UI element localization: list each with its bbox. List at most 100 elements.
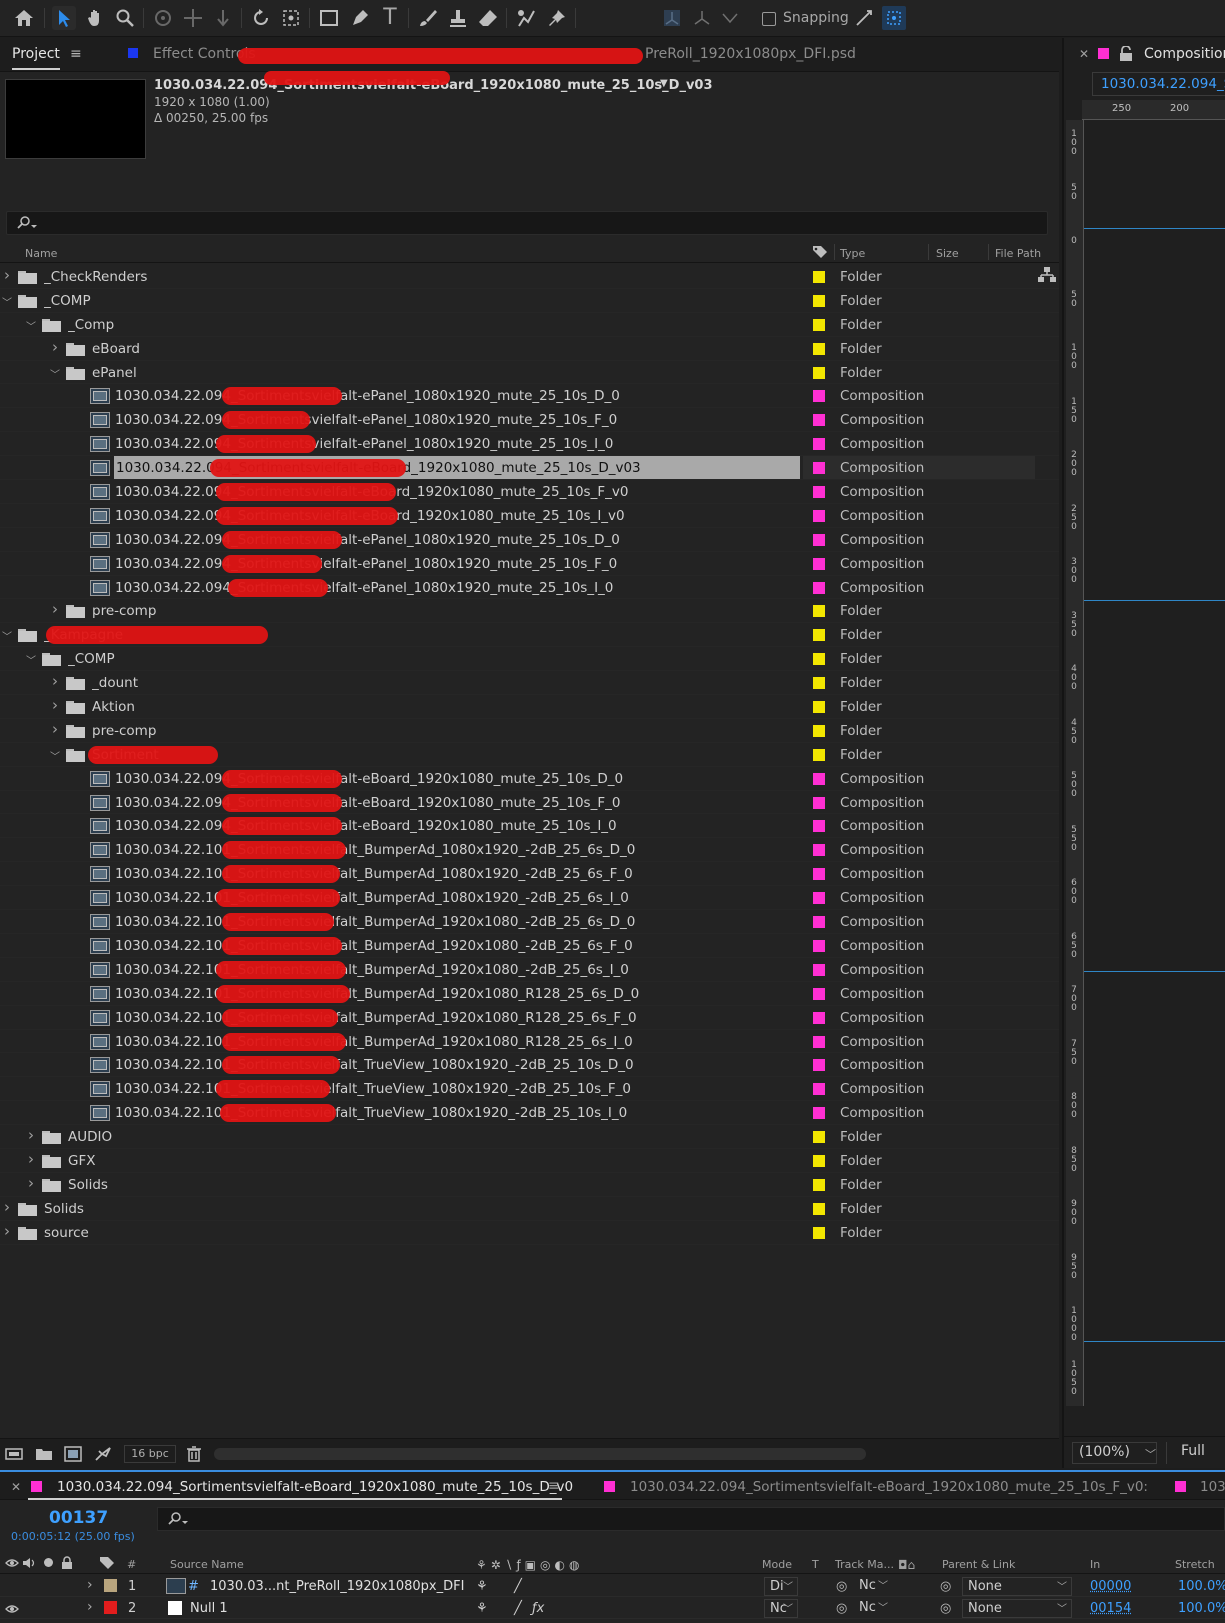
trash-icon[interactable]	[185, 1446, 203, 1462]
expand-chevron-icon[interactable]: ›	[49, 720, 61, 738]
composition-row[interactable]: 1030.034.22.101_Sortimentsvielfalt_Bumpe…	[0, 958, 1059, 982]
expand-chevron-icon[interactable]: ›	[87, 1577, 93, 1593]
label-color-swatch[interactable]	[813, 844, 825, 856]
column-mode[interactable]: Mode	[762, 1558, 792, 1571]
rotate-icon[interactable]	[249, 6, 273, 30]
expand-chevron-icon[interactable]: ›	[1, 1222, 13, 1240]
label-color-swatch[interactable]	[813, 701, 825, 713]
label-color-swatch[interactable]	[813, 462, 825, 474]
folder-row[interactable]: › GFX Folder	[0, 1149, 1059, 1173]
shy-switch-icon[interactable]: ⚘	[476, 1579, 488, 1594]
label-color-swatch[interactable]	[813, 558, 825, 570]
solo-icon[interactable]	[44, 1558, 53, 1567]
column-size[interactable]: Size	[936, 247, 959, 260]
composition-row[interactable]: 1030.034.22.094_Sortimentsvielfalt-eBoar…	[0, 504, 1059, 528]
expand-chevron-icon[interactable]: ›	[49, 600, 61, 618]
track-matte-pickwhip-icon[interactable]: ◎	[836, 1601, 847, 1616]
label-tag-icon[interactable]	[99, 1556, 115, 1570]
blend-mode-select[interactable]: Di ﹀	[764, 1577, 798, 1596]
composition-row[interactable]: 1030.034.22.094_Sortimentsvielfalt-eBoar…	[0, 456, 1059, 480]
shy-switch-icon[interactable]: ⚘	[476, 1601, 488, 1616]
world-axis-icon[interactable]	[690, 6, 714, 30]
label-color-swatch[interactable]	[813, 1012, 825, 1024]
collapse-chevron-icon[interactable]: ﹀	[25, 318, 37, 333]
expand-chevron-icon[interactable]: ›	[1, 1198, 13, 1216]
label-color-swatch[interactable]	[813, 295, 825, 307]
orbit-camera-icon[interactable]	[151, 6, 175, 30]
composition-row[interactable]: 1030.034.22.101_Sortimentsvielfalt_TrueV…	[0, 1101, 1059, 1125]
resolution-select[interactable]: Full	[1166, 1442, 1225, 1464]
snapping-guides-icon[interactable]	[882, 6, 906, 30]
tab-project[interactable]: Project	[12, 46, 60, 62]
composition-row[interactable]: 1030.034.22.094_Sortimentsvielfalt-eBoar…	[0, 767, 1059, 791]
guide-line[interactable]	[1084, 228, 1225, 229]
brush-icon[interactable]	[416, 6, 440, 30]
expand-chevron-icon[interactable]: ›	[25, 1150, 37, 1168]
folder-row[interactable]: › _dount Folder	[0, 671, 1059, 695]
parent-select[interactable]: None ﹀	[962, 1599, 1072, 1618]
composition-row[interactable]: 1030.034.22.094_Sortimentsvielfalt-ePane…	[0, 432, 1059, 456]
column-track-matte[interactable]: Track Ma...	[835, 1558, 894, 1571]
folder-row[interactable]: › Solids Folder	[0, 1197, 1059, 1221]
eye-icon[interactable]	[5, 1581, 19, 1593]
folder-row[interactable]: ﹀ _Comp Folder	[0, 313, 1059, 337]
new-folder-icon[interactable]	[35, 1446, 53, 1462]
dolly-camera-icon[interactable]	[211, 6, 235, 30]
composition-row[interactable]: 1030.034.22.094_Sortimentsvielfalt-ePane…	[0, 384, 1059, 408]
layer-stretch[interactable]: 100.0%	[1178, 1601, 1225, 1616]
layer-row[interactable]: › 1 #1030.03...nt_PreRoll_1920x1080px_DFI ⚘…	[0, 1576, 1225, 1597]
panel-menu-icon[interactable]: ≡	[70, 46, 82, 62]
quality-switch-icon[interactable]: ╱	[514, 1601, 522, 1616]
expand-chevron-icon[interactable]: ›	[25, 1174, 37, 1192]
layer-stretch[interactable]: 100.0%	[1178, 1579, 1225, 1594]
label-color-swatch[interactable]	[813, 820, 825, 832]
roto-brush-icon[interactable]	[514, 6, 538, 30]
label-color-swatch[interactable]	[813, 1107, 825, 1119]
composition-row[interactable]: 1030.034.22.101_Sortimentsvielfalt_Bumpe…	[0, 1030, 1059, 1054]
composition-row[interactable]: 1030.034.22.101_Sortimentsvielfalt_Bumpe…	[0, 934, 1059, 958]
pen-icon[interactable]	[348, 6, 372, 30]
parent-pickwhip-icon[interactable]: ◎	[940, 1579, 951, 1594]
selection-arrow-icon[interactable]	[52, 6, 76, 30]
current-time-display[interactable]: 00137	[49, 1508, 108, 1528]
chevron-down-icon[interactable]: ▼	[660, 78, 668, 89]
layer-in-point[interactable]: 00154	[1090, 1601, 1131, 1616]
timeline-tab[interactable]: 1030.034.22.094_Sortimentsvielfalt-eBoar…	[630, 1479, 1148, 1495]
local-axis-icon[interactable]	[660, 6, 684, 30]
label-color-swatch[interactable]	[813, 605, 825, 617]
timeline-tab-active[interactable]: 1030.034.22.094_Sortimentsvielfalt-eBoar…	[57, 1479, 573, 1495]
folder-row[interactable]: ﹀SortimentFolder	[0, 743, 1059, 767]
project-bit-depth[interactable]: 16 bpc	[124, 1445, 176, 1463]
label-color-swatch[interactable]	[813, 629, 825, 641]
folder-row[interactable]: › source Folder	[0, 1221, 1059, 1245]
composition-row[interactable]: 1030.034.22.101_Sortimentsvielfalt_Bumpe…	[0, 838, 1059, 862]
folder-row[interactable]: › pre-comp Folder	[0, 719, 1059, 743]
timeline-search-input[interactable]	[157, 1507, 1225, 1531]
column-name[interactable]: Name	[25, 247, 57, 260]
track-matte-select[interactable]: Nc ﹀	[854, 1577, 892, 1596]
expand-chevron-icon[interactable]: ›	[49, 338, 61, 356]
layer-label-swatch[interactable]	[104, 1601, 117, 1614]
lock-icon[interactable]	[61, 1556, 73, 1569]
composition-row[interactable]: 1030.034.22.101_Sortimentsvielfalt_Bumpe…	[0, 910, 1059, 934]
folder-row[interactable]: ﹀ _COMP Folder	[0, 647, 1059, 671]
label-color-swatch[interactable]	[813, 582, 825, 594]
label-tag-icon[interactable]	[812, 245, 828, 259]
label-color-swatch[interactable]	[813, 964, 825, 976]
eye-icon[interactable]	[5, 1603, 19, 1615]
label-color-swatch[interactable]	[813, 677, 825, 689]
label-color-swatch[interactable]	[813, 510, 825, 522]
label-color-swatch[interactable]	[813, 343, 825, 355]
expand-chevron-icon[interactable]: ›	[87, 1599, 93, 1615]
label-color-swatch[interactable]	[813, 390, 825, 402]
composition-row[interactable]: 1030.034.22.101_Sortimentsvielfalt_Bumpe…	[0, 886, 1059, 910]
guide-line[interactable]	[1084, 971, 1225, 972]
collapse-chevron-icon[interactable]: ﹀	[49, 366, 61, 381]
blend-mode-select[interactable]: Nc ﹀	[764, 1599, 798, 1618]
project-search-input[interactable]	[6, 211, 1048, 235]
audio-switch-icon[interactable]	[22, 1557, 36, 1569]
column-in[interactable]: In	[1090, 1558, 1100, 1571]
folder-row[interactable]: › AUDIO Folder	[0, 1125, 1059, 1149]
label-color-swatch[interactable]	[813, 1036, 825, 1048]
label-color-swatch[interactable]	[813, 367, 825, 379]
